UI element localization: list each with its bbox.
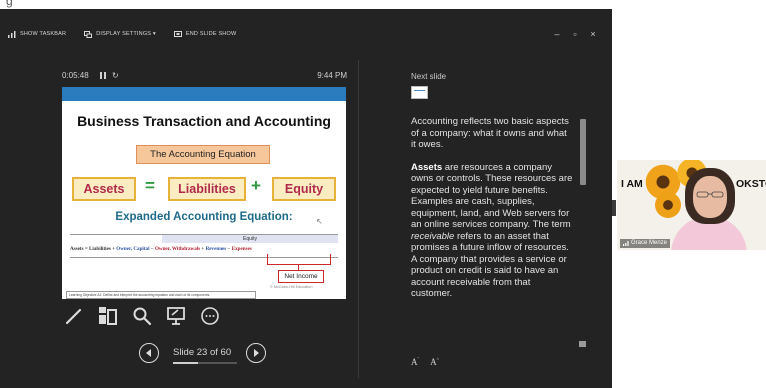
- previous-slide-button[interactable]: [139, 343, 159, 363]
- clock: 9:44 PM: [317, 71, 347, 80]
- eq-part-expenses: Expenses: [231, 246, 252, 252]
- close-button[interactable]: ×: [584, 27, 602, 41]
- pen-icon[interactable]: [64, 306, 84, 326]
- eq-part-withdrawals: Owner, Withdrawals: [154, 246, 201, 252]
- restore-button[interactable]: ▫: [566, 27, 584, 41]
- display-settings-button[interactable]: DISPLAY SETTINGS ▾: [84, 30, 156, 38]
- participant-name: Grace Menze: [631, 240, 668, 246]
- next-slide-button[interactable]: [246, 343, 266, 363]
- banner-text-left: I AM: [621, 178, 643, 190]
- presenter-glasses: [696, 191, 724, 198]
- plus-sign: +: [251, 176, 261, 195]
- elapsed-timer: 0:05:48: [62, 71, 89, 80]
- next-slide-label: Next slide: [411, 72, 447, 81]
- display-icon: [84, 30, 93, 38]
- term-liabilities: Liabilities: [168, 177, 246, 201]
- minimize-button[interactable]: –: [548, 27, 566, 41]
- notes-font-controls: Aˇ A^: [411, 357, 439, 367]
- equals-sign: =: [145, 176, 155, 195]
- term-assets: Assets: [72, 177, 136, 201]
- term-equity: Equity: [272, 177, 336, 201]
- pointer-monitor-icon[interactable]: [166, 306, 186, 326]
- signal-icon: [623, 241, 629, 246]
- equity-header: Equity: [162, 235, 338, 243]
- notes-paragraph-1: Accounting reflects two basic aspects of…: [411, 116, 569, 150]
- taskbar-icon: [8, 30, 16, 38]
- more-options-icon[interactable]: [200, 306, 220, 326]
- restart-timer-icon[interactable]: ↻: [112, 71, 119, 80]
- chevron-right-icon: [254, 349, 259, 357]
- notes-paragraph-2: Assets are resources a company owns or c…: [411, 162, 574, 300]
- next-slide-thumbnail[interactable]: [411, 86, 428, 99]
- net-income-bracket: [267, 254, 331, 265]
- slide-header-bar: [62, 87, 346, 101]
- decrease-font-button[interactable]: Aˇ: [411, 357, 419, 367]
- sunflower-graphic-3: [653, 190, 683, 220]
- eq-part-owner-capital: Owner, Capital: [116, 246, 150, 252]
- pause-icon[interactable]: [100, 72, 106, 79]
- end-show-icon: [173, 30, 182, 37]
- see-all-slides-icon[interactable]: [98, 306, 118, 326]
- accounting-equation-box: The Accounting Equation: [136, 145, 270, 164]
- webcam-video-tile[interactable]: I AM OKSTON Grace Menze: [617, 160, 766, 250]
- chevron-left-icon: [146, 349, 151, 357]
- presenter-toolbar: SHOW TASKBAR DISPLAY SETTINGS ▾ END SLID…: [8, 28, 236, 40]
- expanded-equation-title: Expanded Accounting Equation:: [115, 211, 293, 223]
- notes-scroll-thumb[interactable]: [580, 119, 586, 185]
- eq-part-revenues: Revenues: [205, 246, 227, 252]
- end-slide-show-label: END SLIDE SHOW: [185, 31, 237, 37]
- slide-progress-bar: [173, 362, 237, 364]
- current-slide[interactable]: Business Transaction and Accounting The …: [62, 87, 346, 299]
- slide-copyright: © McGraw-Hill Education: [270, 285, 313, 289]
- end-slide-show-button[interactable]: END SLIDE SHOW: [173, 30, 237, 38]
- notes-assets-bold: Assets: [411, 161, 443, 173]
- show-taskbar-button[interactable]: SHOW TASKBAR: [8, 30, 67, 38]
- slide-counter[interactable]: Slide 23 of 60: [173, 347, 231, 358]
- top-edge-text: g: [6, 0, 13, 8]
- display-settings-label: DISPLAY SETTINGS ▾: [96, 31, 156, 37]
- panel-resize-handle[interactable]: [612, 200, 616, 216]
- slide-navigation: Slide 23 of 60: [139, 343, 269, 365]
- eq-part-assets-liabilities: Assets = Liabilities +: [70, 246, 117, 252]
- slide-progress-fill: [173, 362, 198, 364]
- expanded-equation-line: Assets = Liabilities + Owner, Capital − …: [70, 246, 338, 252]
- learning-objective: Learning Objective A1: Define and interp…: [66, 291, 256, 299]
- show-taskbar-label: SHOW TASKBAR: [20, 31, 67, 37]
- notes-receivable-italic: receivable: [411, 230, 455, 242]
- participant-name-tag: Grace Menze: [620, 239, 671, 248]
- slide-tools: [64, 306, 220, 326]
- speaker-notes[interactable]: Accounting reflects two basic aspects of…: [411, 116, 574, 311]
- timer-row: 0:05:48 ↻ 9:44 PM: [62, 71, 347, 83]
- net-income-label: Net Income: [278, 270, 324, 283]
- panel-divider[interactable]: [358, 60, 359, 378]
- mouse-cursor-icon: ↖: [316, 217, 323, 226]
- slide-title: Business Transaction and Accounting: [77, 113, 331, 129]
- zoom-icon[interactable]: [132, 306, 152, 326]
- notes-scroll-down-button[interactable]: [579, 341, 586, 347]
- banner-text-right: OKSTON: [736, 178, 766, 190]
- top-edge-strip: g: [0, 0, 766, 9]
- increase-font-button[interactable]: A^: [430, 357, 439, 367]
- window-controls: – ▫ ×: [548, 27, 602, 41]
